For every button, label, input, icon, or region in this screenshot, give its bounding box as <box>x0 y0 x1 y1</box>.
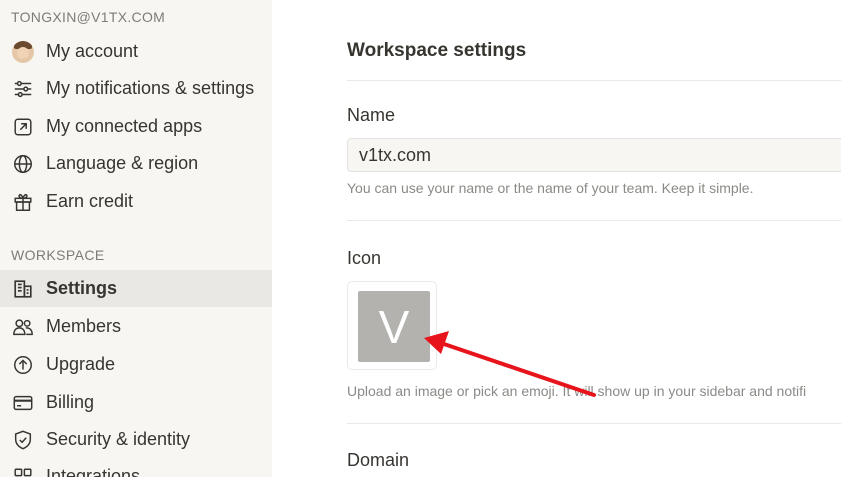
sidebar-item-language-region[interactable]: Language & region <box>0 145 272 182</box>
sidebar-item-label: Language & region <box>46 153 199 173</box>
sidebar-item-my-account[interactable]: My account <box>0 33 272 70</box>
sidebar-item-upgrade[interactable]: Upgrade <box>0 346 272 383</box>
name-help-text: You can use your name or the name of you… <box>347 180 754 196</box>
page-title: Workspace settings <box>347 40 527 61</box>
sidebar-item-label: Billing <box>46 392 95 412</box>
sidebar-item-label: Earn credit <box>46 191 134 211</box>
sidebar-item-security-identity[interactable]: Security & identity <box>0 421 272 458</box>
sidebar-item-label: Members <box>46 316 122 336</box>
domain-label: Domain <box>347 450 410 470</box>
settings-window: TONGXIN@V1TX.COM My account My notificat… <box>0 0 841 477</box>
sliders-icon <box>11 77 35 101</box>
sidebar-item-settings[interactable]: Settings <box>0 270 272 307</box>
grid-icon <box>11 465 35 477</box>
gift-icon <box>11 190 35 214</box>
divider <box>347 220 841 221</box>
workspace-icon-picker[interactable]: V <box>347 281 437 370</box>
sidebar-item-notifications[interactable]: My notifications & settings <box>0 70 272 107</box>
shield-check-icon <box>11 428 35 452</box>
sidebar-item-label: My account <box>46 41 139 61</box>
sidebar-item-label: My notifications & settings <box>46 78 255 98</box>
sidebar-item-label: Settings <box>46 278 118 298</box>
people-icon <box>11 315 35 339</box>
name-label: Name <box>347 105 396 125</box>
avatar <box>11 40 35 64</box>
external-link-icon <box>11 115 35 139</box>
sidebar-item-integrations[interactable]: Integrations <box>0 458 272 477</box>
workspace-section-header: WORKSPACE <box>11 247 105 263</box>
credit-card-icon <box>11 391 35 415</box>
icon-label: Icon <box>347 248 382 268</box>
divider <box>347 423 841 424</box>
settings-sidebar: TONGXIN@V1TX.COM My account My notificat… <box>0 0 272 477</box>
workspace-name-input[interactable] <box>347 138 841 172</box>
divider <box>347 80 841 81</box>
account-email: TONGXIN@V1TX.COM <box>11 9 166 25</box>
sidebar-item-earn-credit[interactable]: Earn credit <box>0 183 272 220</box>
globe-icon <box>11 152 35 176</box>
sidebar-item-billing[interactable]: Billing <box>0 384 272 421</box>
sidebar-item-label: Integrations <box>46 466 141 477</box>
sidebar-item-label: Security & identity <box>46 429 191 449</box>
sidebar-item-members[interactable]: Members <box>0 308 272 345</box>
icon-help-text: Upload an image or pick an emoji. It wil… <box>347 383 807 399</box>
workspace-icon: V <box>358 291 430 362</box>
sidebar-item-label: Upgrade <box>46 354 116 374</box>
settings-content: Workspace settings Name You can use your… <box>272 0 841 477</box>
upgrade-arrow-icon <box>11 353 35 377</box>
sidebar-item-label: My connected apps <box>46 116 203 136</box>
building-icon <box>11 277 35 301</box>
sidebar-item-connected-apps[interactable]: My connected apps <box>0 108 272 145</box>
